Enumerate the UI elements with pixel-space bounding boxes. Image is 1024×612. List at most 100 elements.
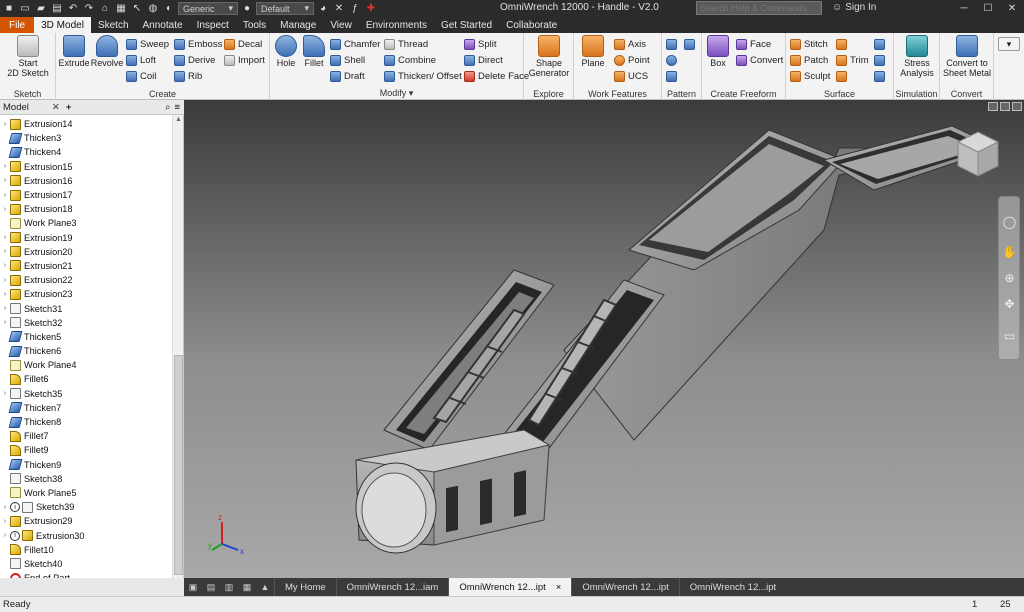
minimize-icon[interactable]: [988, 102, 998, 111]
tab-3d-model[interactable]: 3D Model: [34, 17, 91, 33]
browser-node[interactable]: › Extrusion23: [0, 287, 172, 301]
add-browser-icon[interactable]: +: [66, 102, 72, 113]
start-2d-sketch-button[interactable]: Start 2D Sketch: [6, 35, 50, 78]
loft-button[interactable]: Loft: [126, 53, 156, 67]
zoom-icon[interactable]: ⊕: [1002, 271, 1017, 286]
stitch-button[interactable]: Stitch: [790, 37, 828, 51]
browser-scrollbar[interactable]: ▲: [172, 115, 183, 578]
repair-button[interactable]: [874, 53, 885, 67]
trim-button[interactable]: Trim: [836, 53, 869, 67]
expand-icon[interactable]: ›: [0, 121, 10, 128]
browser-node[interactable]: Thicken7: [0, 401, 172, 415]
steering-wheel-icon[interactable]: ◯: [1002, 215, 1017, 230]
browser-node[interactable]: Work Plane3: [0, 216, 172, 230]
scrollbar-thumb[interactable]: [174, 355, 183, 575]
open-icon[interactable]: ▰: [34, 2, 48, 15]
save-icon[interactable]: ▤: [50, 2, 64, 15]
undo-icon[interactable]: ↶: [66, 2, 80, 15]
browser-node[interactable]: Thicken3: [0, 131, 172, 145]
hole-button[interactable]: Hole: [272, 35, 300, 68]
shell-button[interactable]: Shell: [330, 53, 365, 67]
redo-icon[interactable]: ↷: [82, 2, 96, 15]
browser-node[interactable]: › i Extrusion30: [0, 528, 172, 542]
rib-button[interactable]: Rib: [174, 69, 202, 83]
browser-node[interactable]: › Extrusion19: [0, 231, 172, 245]
expand-icon[interactable]: ›: [0, 532, 10, 539]
fillet-button[interactable]: Fillet: [300, 35, 328, 68]
browser-node[interactable]: Thicken4: [0, 145, 172, 159]
look-at-icon[interactable]: ▭: [1002, 329, 1017, 344]
browser-node[interactable]: Thicken8: [0, 415, 172, 429]
tab-view[interactable]: View: [323, 17, 359, 33]
document-tab[interactable]: OmniWrench 12...ipt: [571, 578, 678, 596]
expand-icon[interactable]: ›: [0, 291, 10, 298]
minimize-icon[interactable]: ─: [952, 0, 976, 17]
fit-mesh-button[interactable]: [874, 69, 885, 83]
emboss-button[interactable]: Emboss: [174, 37, 222, 51]
browser-node[interactable]: › Extrusion18: [0, 202, 172, 216]
menu-icon[interactable]: ≡: [174, 102, 180, 113]
sweep-button[interactable]: Sweep: [126, 37, 169, 51]
import-button[interactable]: Import: [224, 53, 265, 67]
browser-node[interactable]: Thicken5: [0, 330, 172, 344]
coil-button[interactable]: Coil: [126, 69, 156, 83]
close-icon[interactable]: ×: [556, 582, 562, 593]
viewcube[interactable]: [954, 128, 1002, 180]
browser-node[interactable]: › Extrusion22: [0, 273, 172, 287]
sketch-pattern-button[interactable]: [666, 69, 677, 83]
browser-node[interactable]: Fillet7: [0, 429, 172, 443]
expand-icon[interactable]: ›: [0, 305, 10, 312]
browser-tab-model[interactable]: Model: [0, 102, 32, 113]
mirror-button[interactable]: [684, 37, 695, 51]
expand-icon[interactable]: ›: [0, 262, 10, 269]
close-icon[interactable]: ✕: [1000, 0, 1024, 17]
thread-button[interactable]: Thread: [384, 37, 428, 51]
extrude-button[interactable]: Extrude: [58, 35, 90, 68]
stress-analysis-button[interactable]: Stress Analysis: [895, 35, 939, 78]
browser-node[interactable]: › Extrusion20: [0, 245, 172, 259]
ribbon-options-button[interactable]: ▾: [998, 37, 1020, 51]
decal-button[interactable]: Decal: [224, 37, 262, 51]
scroll-up-icon[interactable]: ▲: [175, 116, 182, 123]
browser-node[interactable]: Fillet10: [0, 543, 172, 557]
revolve-button[interactable]: Revolve: [90, 35, 124, 68]
split-button[interactable]: Split: [464, 37, 496, 51]
expand-icon[interactable]: ›: [0, 319, 10, 326]
browser-node[interactable]: End of Part: [0, 571, 172, 578]
graphics-viewport[interactable]: ◯ ✋ ⊕ ✥ ▭ z x y: [184, 100, 1024, 578]
select-icon[interactable]: ↖: [130, 2, 144, 15]
browser-node[interactable]: Work Plane5: [0, 486, 172, 500]
browser-node[interactable]: › Extrusion21: [0, 259, 172, 273]
axis-button[interactable]: Axis: [614, 37, 646, 51]
circular-pattern-button[interactable]: [666, 53, 677, 67]
measure-icon[interactable]: ◍: [146, 2, 160, 15]
modify-panel-dropdown[interactable]: Modify ▾: [270, 88, 523, 99]
document-tab[interactable]: OmniWrench 12...ipt ×: [448, 578, 572, 596]
sign-in-button[interactable]: ☺ Sign In: [832, 2, 876, 13]
browser-node[interactable]: Sketch38: [0, 472, 172, 486]
expand-icon[interactable]: ›: [0, 248, 10, 255]
tab-get-started[interactable]: Get Started: [434, 17, 499, 33]
close-icon[interactable]: [1012, 102, 1022, 111]
search-icon[interactable]: ⌕: [165, 102, 170, 113]
tab-inspect[interactable]: Inspect: [190, 17, 236, 33]
browser-node[interactable]: › Extrusion29: [0, 514, 172, 528]
ruled-surface-button[interactable]: [836, 37, 847, 51]
tab-menu-icon[interactable]: ▲: [256, 578, 274, 596]
thicken-offset-button[interactable]: Thicken/ Offset: [384, 69, 462, 83]
convert-button[interactable]: Convert: [736, 53, 783, 67]
cascade-icon[interactable]: ▤: [202, 578, 220, 596]
expand-icon[interactable]: ›: [0, 192, 10, 199]
browser-node[interactable]: › Sketch31: [0, 301, 172, 315]
delete-face-button[interactable]: Delete Face: [464, 69, 529, 83]
tab-file[interactable]: File: [0, 17, 35, 33]
handle-model[interactable]: [184, 100, 1024, 578]
document-tab[interactable]: My Home: [274, 578, 336, 596]
browser-node[interactable]: › Extrusion14: [0, 117, 172, 131]
orbit-icon[interactable]: ✥: [1002, 297, 1017, 312]
tab-manage[interactable]: Manage: [273, 17, 323, 33]
maximize-icon[interactable]: ☐: [976, 0, 1000, 17]
appearance-combo[interactable]: Default ▾: [256, 2, 314, 15]
browser-node[interactable]: › Sketch32: [0, 316, 172, 330]
browser-node[interactable]: Fillet6: [0, 372, 172, 386]
